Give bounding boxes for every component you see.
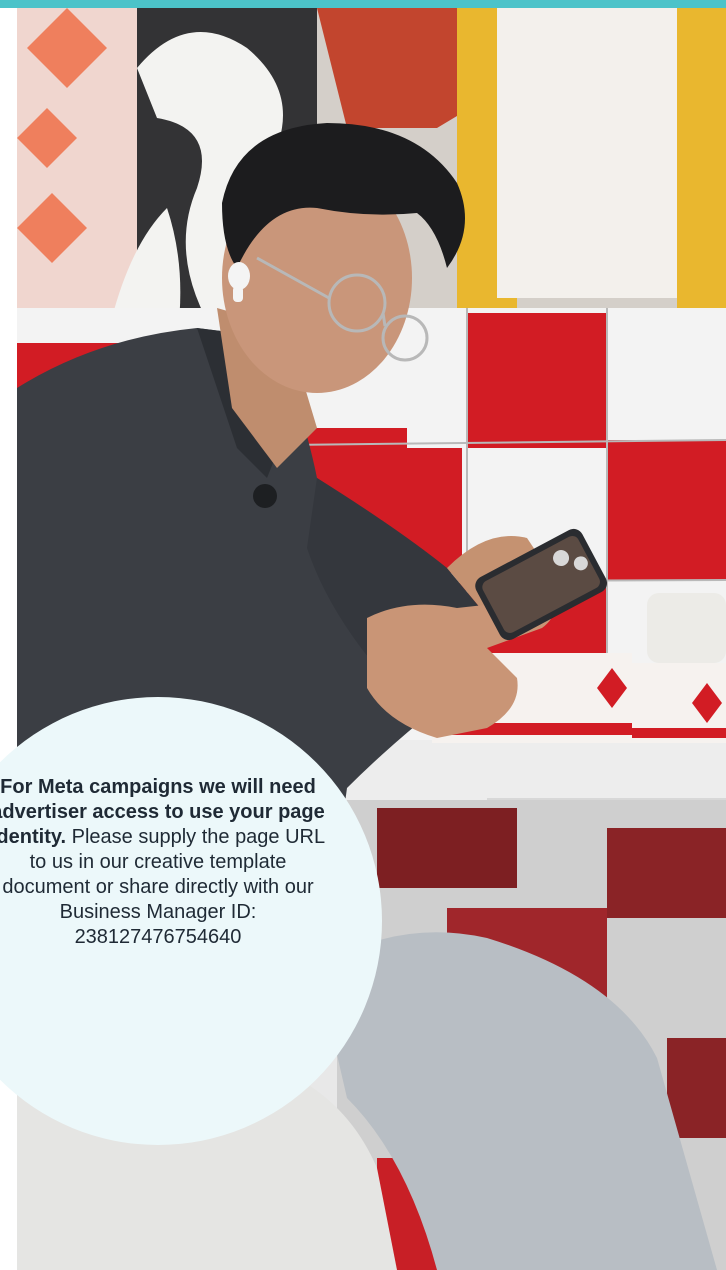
accent-top-bar xyxy=(0,0,726,8)
page: For Meta campaigns we will need advertis… xyxy=(0,0,726,1270)
